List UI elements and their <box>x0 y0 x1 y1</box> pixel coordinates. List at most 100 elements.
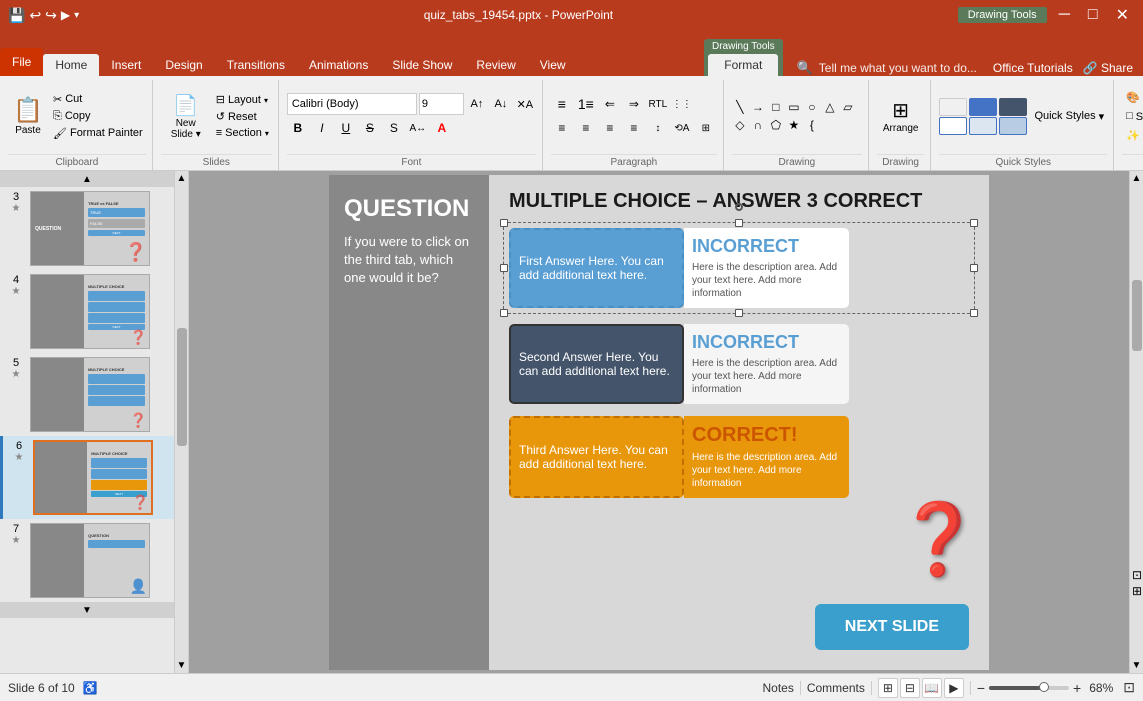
comments-button[interactable]: Comments <box>807 681 865 695</box>
tab-review[interactable]: Review <box>464 54 527 76</box>
quick-styles-dropdown-btn[interactable]: Quick Styles ▾ <box>1031 109 1107 124</box>
align-left-btn[interactable]: ≡ <box>551 117 573 139</box>
close-button[interactable]: ✕ <box>1110 5 1135 25</box>
shape-parallelogram[interactable]: ▱ <box>840 99 856 115</box>
shape-oval[interactable]: ○ <box>804 99 820 115</box>
cut-button[interactable]: ✂ Cut <box>50 92 146 107</box>
line-spacing-btn[interactable]: ↕ <box>647 117 669 139</box>
undo-icon[interactable]: ↩ <box>29 7 41 24</box>
indent-dec-btn[interactable]: ⇐ <box>599 93 621 115</box>
normal-view-btn[interactable]: ⊞ <box>878 678 898 698</box>
tell-me-text[interactable]: Tell me what you want to do... <box>819 61 977 75</box>
tab-slideshow[interactable]: Slide Show <box>380 54 464 76</box>
style-swatch-1[interactable] <box>939 98 967 116</box>
style-swatch-3[interactable] <box>999 98 1027 116</box>
tab-animations[interactable]: Animations <box>297 54 380 76</box>
scroll-down-btn[interactable]: ▼ <box>175 658 188 673</box>
format-painter-button[interactable]: 🖌 Format Painter <box>50 126 146 141</box>
vertical-scrollbar-right[interactable]: ▲ ⊡ ⊞ ▼ <box>1129 171 1143 673</box>
columns-btn[interactable]: ⋮⋮ <box>671 93 693 115</box>
section-button[interactable]: ≡ Section ▾ <box>213 126 272 140</box>
save-icon[interactable]: 💾 <box>8 7 25 24</box>
style-swatch-6[interactable] <box>999 117 1027 135</box>
layout-button[interactable]: ⊟ Layout ▾ <box>213 92 272 107</box>
shape-diamond[interactable]: ◇ <box>732 117 748 133</box>
redo-icon[interactable]: ↪ <box>45 7 57 24</box>
next-slide-button[interactable]: NEXT SLIDE <box>815 604 969 650</box>
style-swatch-2[interactable] <box>969 98 997 116</box>
clear-format-btn[interactable]: ✕A <box>514 93 536 115</box>
slide-thumb-4[interactable]: 4 ★ MULTIPLE CHOICE NEXT ❓ <box>0 270 174 353</box>
slide-thumb-3[interactable]: 3 ★ QUESTION TRUE vs FALSE TRUE FALSE NE… <box>0 187 174 270</box>
style-swatch-5[interactable] <box>969 117 997 135</box>
vertical-scrollbar-left[interactable]: ▲ ▼ <box>175 171 189 673</box>
shape-rect[interactable]: □ <box>768 99 784 115</box>
zoom-out-btn[interactable]: − <box>977 680 985 696</box>
align-center-btn[interactable]: ≡ <box>575 117 597 139</box>
slide-thumb-6[interactable]: 6 ★ MULTIPLE CHOICE NEXT ❓ <box>0 436 174 519</box>
shape-brace[interactable]: { <box>804 117 820 133</box>
font-color-btn[interactable]: A <box>431 117 453 139</box>
rtl-btn[interactable]: RTL <box>647 93 669 115</box>
zoom-slider[interactable] <box>989 686 1069 690</box>
answer-box-1[interactable]: First Answer Here. You can add additiona… <box>509 228 684 308</box>
shape-line[interactable]: ╲ <box>732 99 748 115</box>
shape-curve[interactable]: ∩ <box>750 117 766 133</box>
tab-format[interactable]: Format <box>708 54 778 76</box>
slide-thumb-7[interactable]: 7 ★ QUESTION 👤 <box>0 519 174 602</box>
share-btn[interactable]: 🔗 Share <box>1083 61 1133 75</box>
shadow-button[interactable]: S <box>383 117 405 139</box>
copy-button[interactable]: ⎘ Copy <box>50 109 146 124</box>
char-spacing-btn[interactable]: A↔ <box>407 117 429 139</box>
font-name-input[interactable] <box>287 93 417 115</box>
tab-view[interactable]: View <box>528 54 578 76</box>
tab-design[interactable]: Design <box>153 54 214 76</box>
zoom-fit-btn[interactable]: ⊡ <box>1131 568 1143 582</box>
shape-round-rect[interactable]: ▭ <box>786 99 802 115</box>
italic-button[interactable]: I <box>311 117 333 139</box>
text-direction-btn[interactable]: ⟲A <box>671 117 693 139</box>
new-slide-button[interactable]: 📄 New Slide ▾ <box>161 91 211 142</box>
fit-screen-btn[interactable]: ⊡ <box>1123 679 1135 696</box>
tab-transitions[interactable]: Transitions <box>215 54 297 76</box>
smart-art-convert-btn[interactable]: ⊞ <box>695 117 717 139</box>
answer-box-3[interactable]: Third Answer Here. You can add additiona… <box>509 416 684 498</box>
tab-insert[interactable]: Insert <box>99 54 153 76</box>
present-icon[interactable]: ▶ <box>61 8 70 22</box>
tab-file[interactable]: File <box>0 48 43 76</box>
slide-scroll-up[interactable]: ▲ <box>0 171 174 187</box>
shape-fill-button[interactable]: 🎨 Shape Fill ▾ <box>1122 89 1143 106</box>
underline-button[interactable]: U <box>335 117 357 139</box>
maximize-button[interactable]: □ <box>1082 6 1104 24</box>
align-right-btn[interactable]: ≡ <box>599 117 621 139</box>
font-size-input[interactable] <box>419 93 464 115</box>
tab-home[interactable]: Home <box>43 54 99 76</box>
shape-tri[interactable]: △ <box>822 99 838 115</box>
reading-view-btn[interactable]: 📖 <box>922 678 942 698</box>
scroll-up-right-btn[interactable]: ▲ <box>1130 171 1143 186</box>
shape-pentagon[interactable]: ⬠ <box>768 117 784 133</box>
scroll-down-right-btn[interactable]: ▼ <box>1130 658 1143 673</box>
paste-button[interactable]: 📋 Paste <box>8 94 48 138</box>
bullets-btn[interactable]: ≡ <box>551 93 573 115</box>
shape-arrow[interactable]: → <box>750 99 766 115</box>
slide-sorter-btn[interactable]: ⊟ <box>900 678 920 698</box>
slide-scroll-down[interactable]: ▼ <box>0 602 174 618</box>
style-swatch-4[interactable] <box>939 117 967 135</box>
reset-button[interactable]: ↺ Reset <box>213 109 272 124</box>
slideshow-btn[interactable]: ▶ <box>944 678 964 698</box>
bold-button[interactable]: B <box>287 117 309 139</box>
notes-button[interactable]: Notes <box>762 681 793 695</box>
minimize-button[interactable]: ─ <box>1053 6 1076 24</box>
numbering-btn[interactable]: 1≡ <box>575 93 597 115</box>
justify-btn[interactable]: ≡ <box>623 117 645 139</box>
arrange-button[interactable]: ⊞ Arrange <box>877 96 925 136</box>
shape-outline-button[interactable]: □ Shape Outline ▾ <box>1122 108 1143 125</box>
zoom-in-btn[interactable]: + <box>1073 680 1081 696</box>
indent-inc-btn[interactable]: ⇒ <box>623 93 645 115</box>
shape-star[interactable]: ★ <box>786 117 802 133</box>
strikethrough-button[interactable]: S <box>359 117 381 139</box>
shape-effects-button[interactable]: ✨ Shape Effects ▾ <box>1122 127 1143 144</box>
answer-box-2[interactable]: Second Answer Here. You can add addition… <box>509 324 684 404</box>
zoom-full-btn[interactable]: ⊞ <box>1131 584 1143 598</box>
